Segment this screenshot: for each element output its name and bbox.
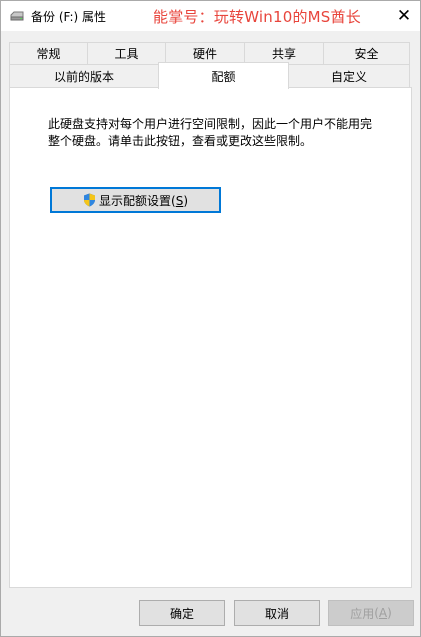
uac-shield-icon xyxy=(83,193,95,207)
cancel-button[interactable]: 取消 xyxy=(234,600,320,626)
quota-description: 此硬盘支持对每个用户进行空间限制，因此一个用户不能用完整个硬盘。请单击此按钮，查… xyxy=(48,117,373,148)
tab-hardware[interactable]: 硬件 xyxy=(165,42,245,64)
tab-security[interactable]: 安全 xyxy=(323,42,410,64)
show-quota-settings-label: 显示配额设置(S) xyxy=(98,193,188,208)
drive-icon xyxy=(10,11,24,21)
quota-tab-panel: 此硬盘支持对每个用户进行空间限制，因此一个用户不能用完整个硬盘。请单击此按钮，查… xyxy=(9,87,412,588)
apply-button[interactable]: 应用(A) xyxy=(328,600,414,626)
properties-dialog: 备份 (F:) 属性 能掌号：玩转Win10的MS酋长 ✕ 常规 工具 硬件 共… xyxy=(0,0,421,637)
tab-general[interactable]: 常规 xyxy=(9,42,88,64)
ok-button[interactable]: 确定 xyxy=(139,600,225,626)
title-bar[interactable]: 备份 (F:) 属性 能掌号：玩转Win10的MS酋长 ✕ xyxy=(1,1,420,31)
tab-tools[interactable]: 工具 xyxy=(87,42,166,64)
tab-sharing[interactable]: 共享 xyxy=(244,42,324,64)
tab-customize[interactable]: 自定义 xyxy=(288,64,410,87)
show-quota-settings-button[interactable]: 显示配额设置(S) xyxy=(50,187,221,213)
close-button[interactable]: ✕ xyxy=(388,1,420,31)
window-title: 备份 (F:) 属性 xyxy=(31,10,107,24)
tab-quota[interactable]: 配额 xyxy=(158,62,289,89)
tab-previous-versions[interactable]: 以前的版本 xyxy=(9,64,159,87)
close-icon: ✕ xyxy=(396,6,412,26)
watermark-text: 能掌号：玩转Win10的MS酋长 xyxy=(153,8,361,26)
